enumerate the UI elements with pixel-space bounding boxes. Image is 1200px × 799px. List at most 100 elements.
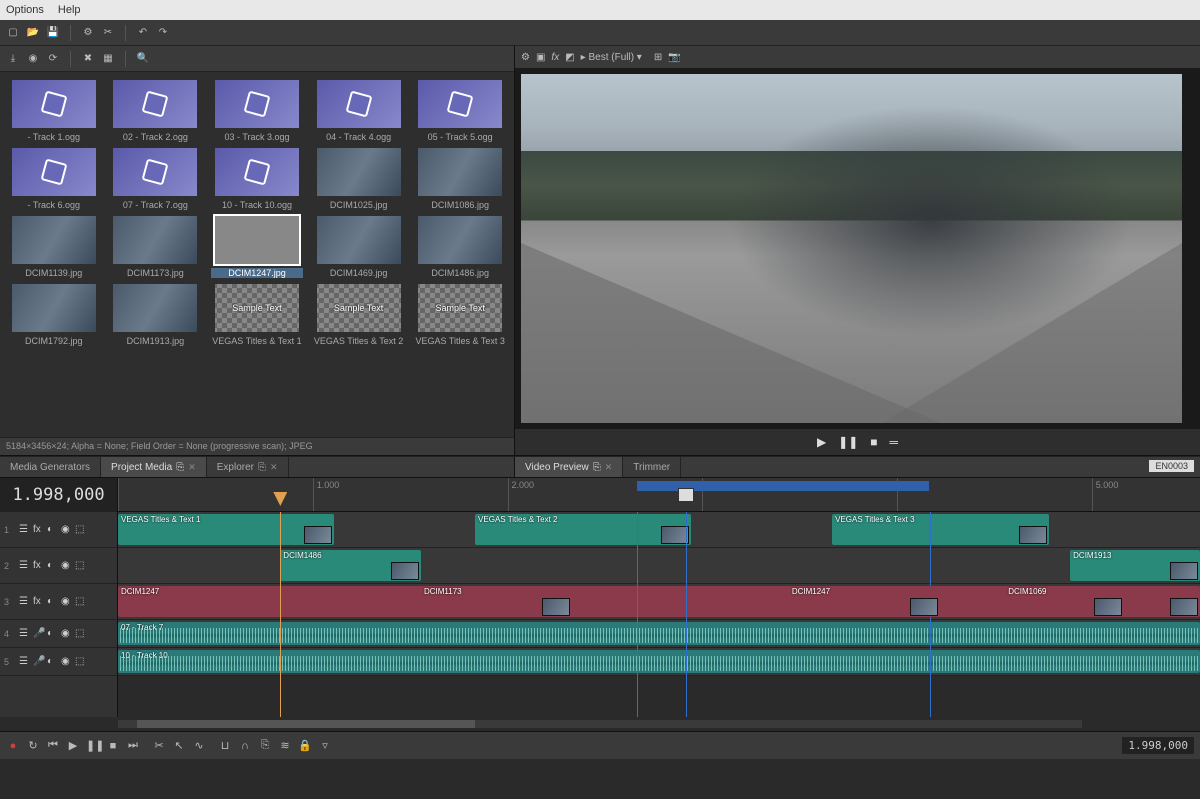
track-control-icon[interactable]: ⬚ xyxy=(75,656,86,667)
track-control-icon[interactable]: 🎤 xyxy=(33,628,44,639)
media-item[interactable]: DCIM1469.jpg xyxy=(313,216,405,278)
tool-envelope-icon[interactable]: ∿ xyxy=(192,739,206,752)
track-area[interactable]: VEGAS Titles & Text 1VEGAS Titles & Text… xyxy=(118,512,1200,717)
preview-quality-dropdown[interactable]: ▸ Best (Full) ▾ xyxy=(581,52,642,63)
transport-stop-icon[interactable]: ■ xyxy=(106,740,120,752)
preview-render-icon[interactable]: ▣ xyxy=(536,52,545,63)
clip[interactable]: DCIM1913 xyxy=(1070,550,1200,581)
media-item[interactable]: 04 - Track 4.ogg xyxy=(313,80,405,142)
pin-icon[interactable]: ⎘ xyxy=(593,462,601,473)
playhead-line[interactable] xyxy=(280,512,281,717)
playhead-icon[interactable] xyxy=(273,492,287,506)
preview-split-icon[interactable]: ◩ xyxy=(565,52,574,63)
stop-icon[interactable]: ■ xyxy=(870,435,877,449)
cut-tool-icon[interactable]: ✂ xyxy=(152,739,166,752)
loop-line[interactable] xyxy=(686,512,687,717)
track-control-icon[interactable]: ◉ xyxy=(61,596,72,607)
track-control-icon[interactable]: fx xyxy=(33,596,44,607)
track-header[interactable]: 4☰🎤◐◉⬚ xyxy=(0,620,117,648)
marker-icon[interactable]: ▿ xyxy=(318,739,332,752)
media-item[interactable]: DCIM1792.jpg xyxy=(8,284,100,346)
track-control-icon[interactable]: ⬚ xyxy=(75,560,86,571)
advance-icon[interactable]: ═ xyxy=(890,435,899,449)
close-icon[interactable]: ✕ xyxy=(270,462,278,473)
track-header[interactable]: 1☰fx◐◉⬚ xyxy=(0,512,117,548)
menu-options[interactable]: Options xyxy=(6,4,44,16)
remove-icon[interactable]: ✖ xyxy=(81,52,95,66)
clip[interactable]: DCIM1069 xyxy=(1005,586,1124,617)
track-control-icon[interactable]: ◐ xyxy=(47,560,58,571)
menu-help[interactable]: Help xyxy=(58,4,81,16)
play-start-icon[interactable]: ⏮ xyxy=(46,739,60,752)
close-icon[interactable]: ✕ xyxy=(605,462,613,473)
preview-snapshot-icon[interactable]: 📷 xyxy=(668,52,680,63)
redo-icon[interactable]: ↷ xyxy=(156,26,170,40)
view-icon[interactable]: ▦ xyxy=(101,52,115,66)
media-item[interactable]: VEGAS Titles & Text 3 xyxy=(414,284,506,346)
tab-media-generators[interactable]: Media Generators xyxy=(0,457,101,477)
refresh-icon[interactable]: ⟳ xyxy=(46,52,60,66)
media-grid[interactable]: - Track 1.ogg02 - Track 2.ogg03 - Track … xyxy=(0,72,514,437)
clip[interactable]: DCIM1173 xyxy=(421,586,572,617)
media-item[interactable]: DCIM1086.jpg xyxy=(414,148,506,210)
media-item[interactable]: 05 - Track 5.ogg xyxy=(414,80,506,142)
track-control-icon[interactable]: ◉ xyxy=(61,524,72,535)
pause-icon[interactable]: ❚❚ xyxy=(838,435,858,449)
timeline-ruler[interactable]: 1.0002.0003.0004.0005.000EN0003 xyxy=(118,478,1200,512)
track-control-icon[interactable]: fx xyxy=(33,524,44,535)
close-icon[interactable]: ✕ xyxy=(188,462,196,473)
tab-trimmer[interactable]: Trimmer xyxy=(623,457,681,477)
media-item[interactable]: DCIM1247.jpg xyxy=(211,216,303,278)
new-project-icon[interactable]: ▢ xyxy=(6,26,20,40)
clip[interactable]: VEGAS Titles & Text 3 xyxy=(832,514,1048,545)
cut-icon[interactable]: ✂ xyxy=(101,26,115,40)
media-item[interactable]: 07 - Track 7.ogg xyxy=(110,148,202,210)
track-control-icon[interactable]: ◐ xyxy=(47,596,58,607)
track-control-icon[interactable]: 🎤 xyxy=(33,656,44,667)
save-icon[interactable]: 💾 xyxy=(46,26,60,40)
media-item[interactable]: 02 - Track 2.ogg xyxy=(110,80,202,142)
media-item[interactable]: 10 - Track 10.ogg xyxy=(211,148,303,210)
record-icon[interactable]: ● xyxy=(6,740,20,752)
track-control-icon[interactable]: ⬚ xyxy=(75,596,86,607)
pin-icon[interactable]: ⎘ xyxy=(258,462,266,473)
undo-icon[interactable]: ↶ xyxy=(136,26,150,40)
timecode-counter[interactable]: 1.998,000 xyxy=(0,478,118,512)
clip[interactable]: VEGAS Titles & Text 2 xyxy=(475,514,691,545)
preview-settings-icon[interactable]: ⚙ xyxy=(521,52,530,63)
media-item[interactable]: - Track 6.ogg xyxy=(8,148,100,210)
media-item[interactable]: 03 - Track 3.ogg xyxy=(211,80,303,142)
loop-line[interactable] xyxy=(637,512,638,717)
track-control-icon[interactable]: ☰ xyxy=(19,560,30,571)
play-end-icon[interactable]: ⏭ xyxy=(126,739,140,752)
clip[interactable]: DCIM1247 xyxy=(789,586,940,617)
media-item[interactable]: VEGAS Titles & Text 2 xyxy=(313,284,405,346)
transport-play-icon[interactable]: ▶ xyxy=(66,739,80,752)
track-control-icon[interactable]: ◉ xyxy=(61,560,72,571)
import-icon[interactable]: ⤓ xyxy=(6,52,20,66)
track-control-icon[interactable]: ◉ xyxy=(61,656,72,667)
track-header[interactable]: 2☰fx◐◉⬚ xyxy=(0,548,117,584)
timeline-scrollbar[interactable] xyxy=(0,717,1200,731)
marker-badge[interactable]: EN0003 xyxy=(1149,460,1194,472)
cursor-handle[interactable] xyxy=(678,488,694,502)
preview-fx-icon[interactable]: fx xyxy=(551,52,559,63)
properties-icon[interactable]: ⚙ xyxy=(81,26,95,40)
clip[interactable]: DCIM1486 xyxy=(280,550,421,581)
capture-icon[interactable]: ◉ xyxy=(26,52,40,66)
media-item[interactable]: DCIM1173.jpg xyxy=(110,216,202,278)
track-header[interactable]: 3☰fx◐◉⬚ xyxy=(0,584,117,620)
tab-explorer[interactable]: Explorer⎘✕ xyxy=(207,457,289,477)
track-header[interactable]: 5☰🎤◐◉⬚ xyxy=(0,648,117,676)
track-control-icon[interactable]: ⬚ xyxy=(75,628,86,639)
track-control-icon[interactable]: ◐ xyxy=(47,628,58,639)
media-item[interactable]: DCIM1486.jpg xyxy=(414,216,506,278)
ripple-icon[interactable]: ≋ xyxy=(278,739,292,752)
track-control-icon[interactable]: fx xyxy=(33,560,44,571)
tool-arrow-icon[interactable]: ↖ xyxy=(172,739,186,752)
search-icon[interactable]: 🔍 xyxy=(136,52,150,66)
media-item[interactable]: DCIM1139.jpg xyxy=(8,216,100,278)
tab-video-preview[interactable]: Video Preview⎘✕ xyxy=(515,457,623,477)
magnet-icon[interactable]: ∩ xyxy=(238,740,252,752)
transport-pause-icon[interactable]: ❚❚ xyxy=(86,739,100,752)
